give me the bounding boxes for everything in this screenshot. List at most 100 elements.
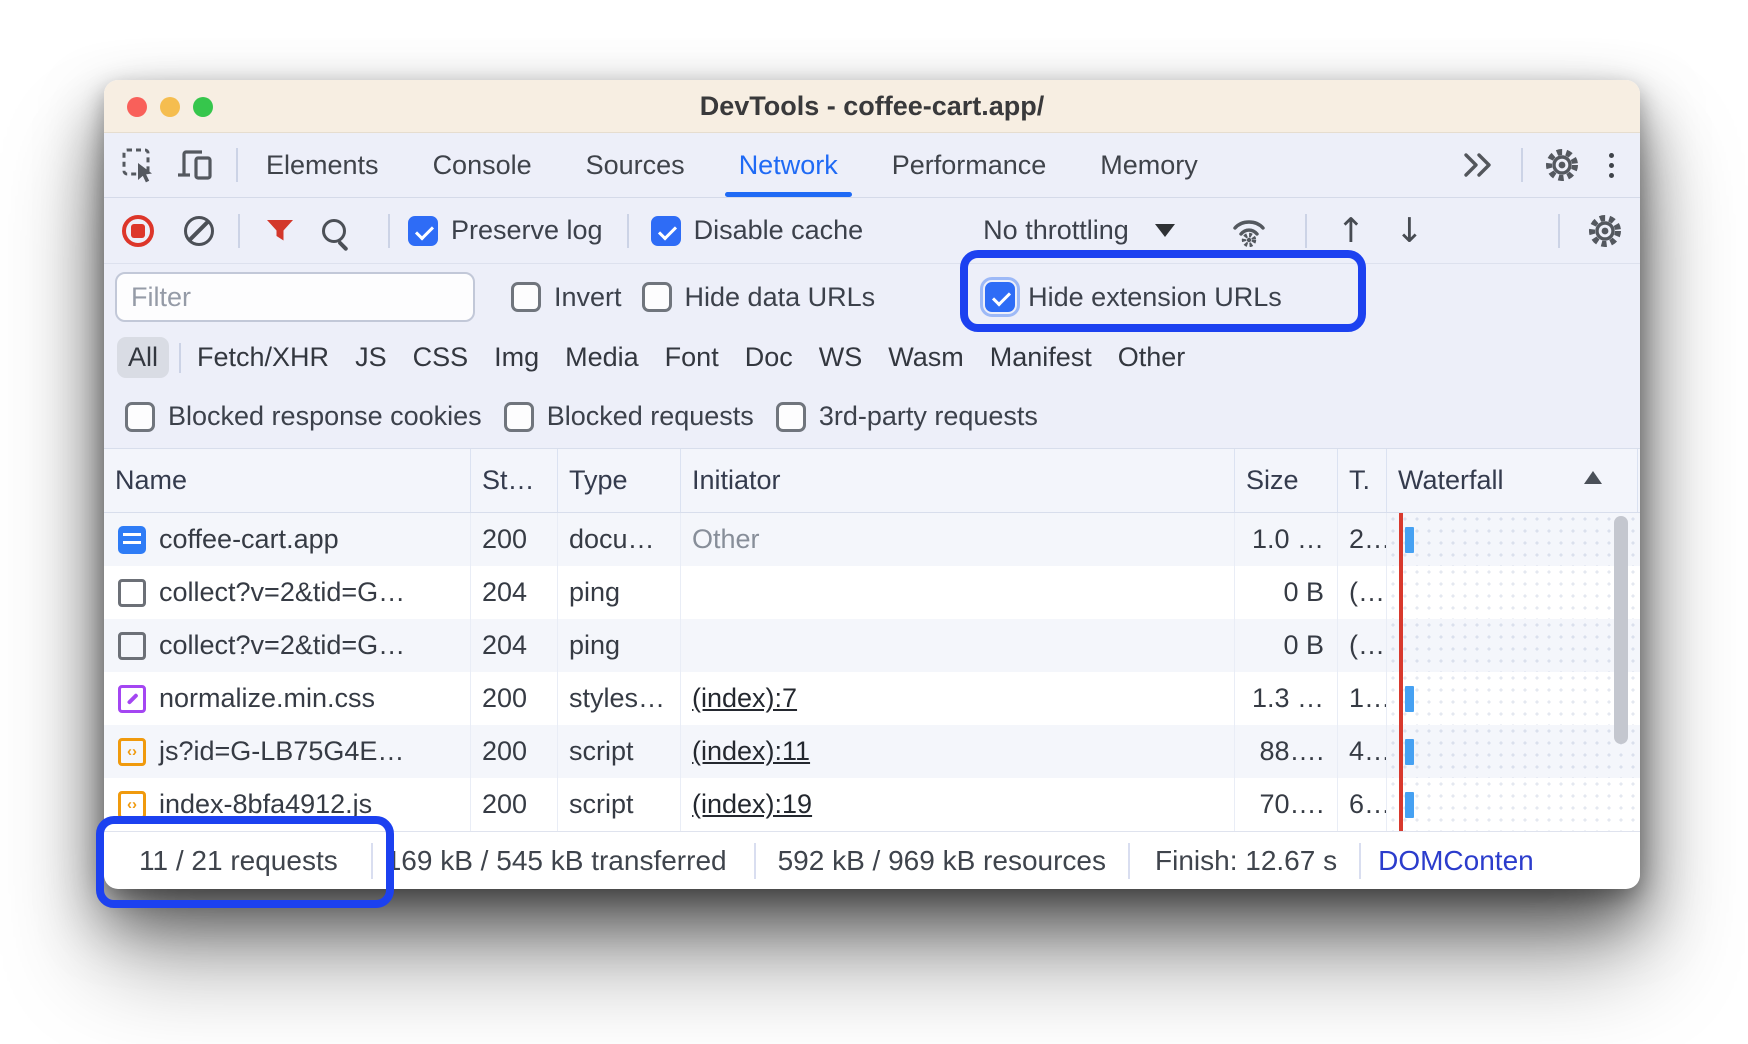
type-filter-other[interactable]: Other xyxy=(1118,342,1186,373)
invert-checkbox[interactable] xyxy=(511,282,541,312)
script-icon: ‹› xyxy=(118,738,146,766)
type-filter-fetch-xhr[interactable]: Fetch/XHR xyxy=(197,342,329,373)
hide-extension-urls-group: Hide extension URLs xyxy=(985,282,1282,313)
3rd-party-requests-checkbox[interactable] xyxy=(776,402,806,432)
filter-input[interactable] xyxy=(115,272,475,322)
initiator-link[interactable]: (index):11 xyxy=(692,736,810,767)
table-row[interactable]: collect?v=2&tid=G…204ping0 B(… xyxy=(104,619,1640,672)
cell-status: 200 xyxy=(471,725,558,778)
tab-memory[interactable]: Memory xyxy=(1100,133,1198,197)
divider xyxy=(1305,214,1307,248)
search-icon[interactable] xyxy=(322,219,346,243)
cell-time: (… xyxy=(1338,619,1387,672)
table-row[interactable]: collect?v=2&tid=G…204ping0 B(… xyxy=(104,566,1640,619)
upload-icon[interactable]: ↑ xyxy=(1337,214,1366,248)
cell-status: 200 xyxy=(471,513,558,566)
column-header-initiator[interactable]: Initiator xyxy=(681,449,1235,512)
device-toolbar-icon[interactable] xyxy=(176,146,214,184)
sort-asc-icon[interactable] xyxy=(1584,471,1602,484)
table-row[interactable]: ‹›js?id=G-LB75G4E…200script(index):1188…… xyxy=(104,725,1640,778)
filter-funnel-icon[interactable] xyxy=(266,219,294,243)
type-filter-doc[interactable]: Doc xyxy=(745,342,793,373)
hide-data-urls-checkbox[interactable] xyxy=(642,282,672,312)
cell-type: styles… xyxy=(558,672,681,725)
inspect-cursor-icon[interactable] xyxy=(120,146,158,184)
zoom-window-button[interactable] xyxy=(193,97,213,117)
column-header-st[interactable]: St… xyxy=(471,449,558,512)
3rd-party-requests-label: 3rd-party requests xyxy=(819,401,1038,432)
column-header-name[interactable]: Name xyxy=(104,449,471,512)
tab-performance[interactable]: Performance xyxy=(892,133,1047,197)
type-filter-font[interactable]: Font xyxy=(665,342,719,373)
requests-count: 11 / 21 requests xyxy=(139,845,338,877)
blocked-requests-checkbox[interactable] xyxy=(504,402,534,432)
hide-extension-urls-checkbox[interactable] xyxy=(985,282,1015,312)
cell-waterfall xyxy=(1387,566,1640,619)
request-name: normalize.min.css xyxy=(159,683,375,714)
tab-sources[interactable]: Sources xyxy=(586,133,685,197)
blocked-requests-group: Blocked requests xyxy=(504,401,754,432)
column-header-size[interactable]: Size xyxy=(1235,449,1338,512)
type-filter-wasm[interactable]: Wasm xyxy=(888,342,964,373)
chevron-double-right-icon[interactable] xyxy=(1459,146,1497,184)
type-filter-js[interactable]: JS xyxy=(355,342,387,373)
titlebar: DevTools - coffee-cart.app/ xyxy=(104,80,1640,133)
type-filter-css[interactable]: CSS xyxy=(413,342,469,373)
network-settings-gear-icon[interactable] xyxy=(1586,212,1624,250)
initiator-link[interactable]: (index):19 xyxy=(692,789,812,820)
divider xyxy=(1359,843,1361,879)
table-row[interactable]: coffee-cart.app200docu…Other1.0 …2… xyxy=(104,513,1640,566)
throttling-select[interactable]: No throttling xyxy=(983,215,1175,246)
cell-status: 204 xyxy=(471,619,558,672)
waterfall-bar xyxy=(1405,527,1414,553)
cell-initiator: (index):11 xyxy=(681,725,1235,778)
type-filter-ws[interactable]: WS xyxy=(819,342,863,373)
cell-status: 200 xyxy=(471,778,558,831)
cell-name: ‹›index-8bfa4912.js xyxy=(104,778,471,831)
panel-tabs: Elements Console Sources Network Performance… xyxy=(266,133,1198,197)
column-header-type[interactable]: Type xyxy=(558,449,681,512)
type-filter-all[interactable]: All xyxy=(117,337,169,378)
clear-icon[interactable] xyxy=(184,216,214,246)
tab-elements[interactable]: Elements xyxy=(266,133,379,197)
network-conditions-icon[interactable] xyxy=(1231,215,1267,247)
cell-name: collect?v=2&tid=G… xyxy=(104,619,471,672)
type-filter-media[interactable]: Media xyxy=(565,342,639,373)
filter-row: Invert Hide data URLs Hide extension URL… xyxy=(104,264,1640,330)
cell-waterfall xyxy=(1387,778,1640,831)
download-icon[interactable]: ↓ xyxy=(1395,214,1424,248)
table-row[interactable]: normalize.min.css200styles…(index):71.3 … xyxy=(104,672,1640,725)
request-name: index-8bfa4912.js xyxy=(159,789,372,820)
divider xyxy=(238,214,240,248)
tab-console[interactable]: Console xyxy=(433,133,532,197)
resource-type-filter-row: All Fetch/XHR JS CSS Img Media Font Doc WS Wasm Ma… xyxy=(104,330,1640,385)
tabbar-right-controls xyxy=(1459,133,1640,197)
preserve-log-checkbox[interactable] xyxy=(408,216,438,246)
divider xyxy=(236,148,238,182)
cell-initiator xyxy=(681,566,1235,619)
close-window-button[interactable] xyxy=(127,97,147,117)
record-stop-icon[interactable] xyxy=(122,215,154,247)
stylesheet-icon xyxy=(118,685,146,713)
cell-initiator: (index):7 xyxy=(681,672,1235,725)
dom-content-loaded-time[interactable]: DOMConten xyxy=(1378,845,1534,877)
cell-initiator: Other xyxy=(681,513,1235,566)
finish-time: Finish: 12.67 s xyxy=(1155,845,1337,877)
column-header-t[interactable]: T. xyxy=(1338,449,1387,512)
cell-waterfall xyxy=(1387,513,1640,566)
kebab-menu-icon[interactable] xyxy=(1609,153,1614,178)
cell-time: 1… xyxy=(1338,672,1387,725)
tab-network[interactable]: Network xyxy=(739,133,838,197)
vertical-scrollbar[interactable] xyxy=(1614,516,1628,744)
settings-gear-icon[interactable] xyxy=(1543,146,1581,184)
minimize-window-button[interactable] xyxy=(160,97,180,117)
disable-cache-checkbox[interactable] xyxy=(651,216,681,246)
waterfall-bar xyxy=(1405,792,1414,818)
cell-time: (… xyxy=(1338,566,1387,619)
type-filter-manifest[interactable]: Manifest xyxy=(990,342,1092,373)
table-row[interactable]: ‹›index-8bfa4912.js200script(index):1970… xyxy=(104,778,1640,831)
type-filter-img[interactable]: Img xyxy=(494,342,539,373)
initiator-link[interactable]: (index):7 xyxy=(692,683,797,714)
cell-waterfall xyxy=(1387,725,1640,778)
blocked-response-cookies-checkbox[interactable] xyxy=(125,402,155,432)
